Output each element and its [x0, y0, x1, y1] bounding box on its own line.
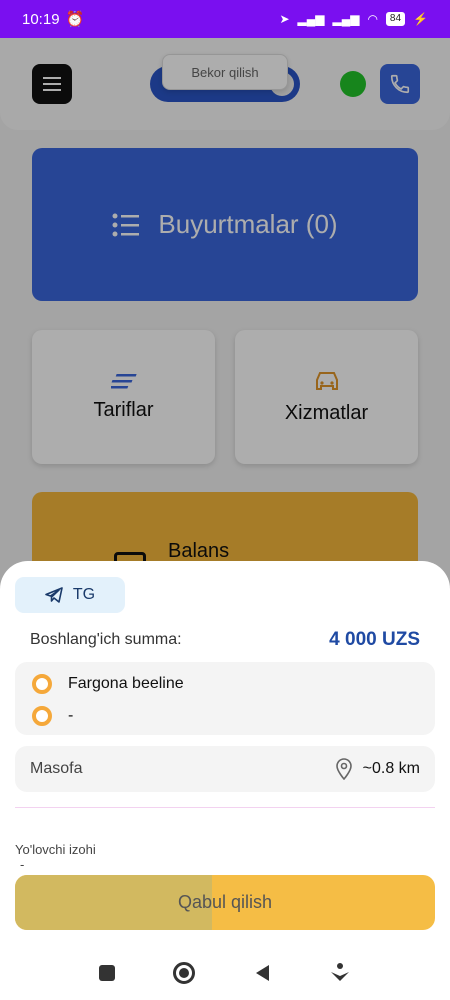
system-nav-bar: [0, 945, 450, 1000]
destination-row: -: [32, 706, 73, 726]
divider: [15, 807, 435, 808]
order-bottom-sheet: TG Boshlang'ich summa: 4 000 UZS Fargona…: [0, 561, 450, 1000]
distance-label: Masofa: [30, 760, 83, 777]
accept-button[interactable]: Qabul qilish: [15, 875, 435, 930]
start-sum-label: Boshlang'ich summa:: [30, 631, 182, 648]
status-time: 10:19: [22, 10, 60, 28]
start-sum-row: Boshlang'ich summa: 4 000 UZS: [30, 629, 420, 651]
alarm-icon: ⏰: [65, 11, 85, 28]
signal-icon: ▂▄▆: [297, 12, 325, 26]
pickup-row: Fargona beeline: [32, 674, 184, 694]
distance-value-group: ~0.8 km: [335, 758, 420, 780]
distance-value: ~0.8 km: [362, 760, 420, 777]
start-sum-value: 4 000 UZS: [329, 629, 420, 650]
telegram-icon: [45, 587, 63, 603]
accept-button-label: Qabul qilish: [177, 892, 273, 912]
recent-apps-icon[interactable]: [99, 964, 115, 981]
location-icon: ➤: [279, 12, 290, 26]
distance-row: Masofa ~0.8 km: [15, 746, 435, 792]
home-icon-dot: [179, 967, 189, 978]
status-bar: 10:19 ⏰ ➤ ▂▄▆ ▂▄▆ ◠ 84 ⚡: [0, 0, 450, 38]
source-chip-label: TG: [72, 586, 96, 603]
assistant-icon[interactable]: [329, 962, 351, 984]
passenger-note-label: Yo'lovchi izohi: [15, 842, 96, 857]
home-icon[interactable]: [173, 961, 195, 984]
wifi-icon: ◠: [367, 12, 378, 26]
passenger-note-value: -: [20, 857, 25, 872]
route-box: Fargona beeline -: [15, 662, 435, 735]
destination-address: -: [68, 707, 74, 724]
signal-icon-2: ▂▄▆: [332, 12, 360, 26]
location-pin-icon: [335, 758, 352, 780]
back-icon[interactable]: [253, 963, 271, 983]
pickup-marker-icon: [32, 674, 52, 694]
battery-icon: 84: [385, 12, 406, 26]
destination-marker-icon: [32, 706, 52, 726]
telegram-source-chip: TG: [15, 577, 125, 613]
charging-icon: ⚡: [413, 12, 428, 26]
pickup-address: Fargona beeline: [68, 675, 184, 692]
